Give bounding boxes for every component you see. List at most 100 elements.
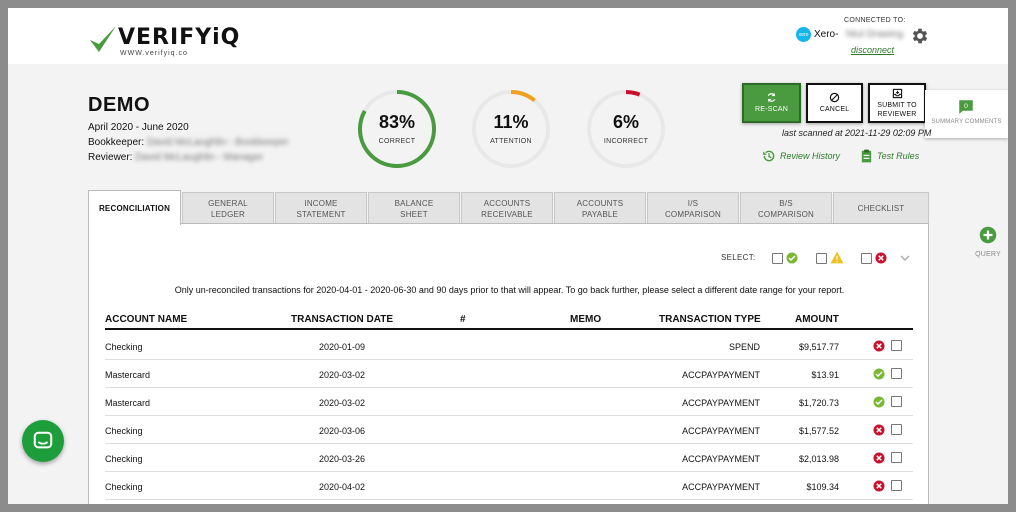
test-rules-label: Test Rules <box>877 151 920 161</box>
reviewer-name: David McLaughlin - Manager <box>135 152 264 163</box>
chevron-down-icon[interactable] <box>900 254 910 262</box>
cancel-label: CANCEL <box>819 106 850 113</box>
last-scanned-text: last scanned at 2021-11-29 02:09 PM <box>782 128 932 138</box>
row-checkbox[interactable] <box>891 396 902 407</box>
tab-label: ACCOUNTS <box>483 198 531 208</box>
col-transaction-date[interactable]: TRANSACTION DATE <box>291 314 393 325</box>
bookkeeper-label: Bookkeeper: <box>88 137 145 148</box>
tab-label: BALANCE <box>394 198 434 208</box>
col-transaction-type[interactable]: TRANSACTION TYPE <box>659 314 761 325</box>
col-account-name[interactable]: ACCOUNT NAME <box>105 314 187 325</box>
gear-icon[interactable] <box>910 26 930 46</box>
cell-account-name: Checking <box>105 482 143 492</box>
cell-transaction-date: 2020-03-26 <box>319 454 366 464</box>
cell-amount: $2,013.98 <box>798 454 839 464</box>
rescan-label: RE-SCAN <box>755 106 788 113</box>
inbox-icon <box>892 88 902 98</box>
tab-label: COMPARISON <box>757 209 815 219</box>
row-checkbox[interactable] <box>891 452 902 463</box>
tab-label: STATEMENT <box>296 209 346 219</box>
reviewer-label: Reviewer: <box>88 152 133 163</box>
select-incorrect-checkbox[interactable] <box>861 253 872 264</box>
date-range-notice: Only un-reconciled transactions for 2020… <box>174 285 845 295</box>
cell-account-name: Checking <box>105 454 143 464</box>
select-correct-checkbox[interactable] <box>772 253 783 264</box>
bookkeeper-line: Bookkeeper: David McLaughlin - Bookkeepe… <box>88 137 289 148</box>
xero-icon: xero <box>796 27 811 42</box>
check-circle-icon <box>873 368 885 380</box>
review-history-label: Review History <box>780 151 841 161</box>
row-checkbox[interactable] <box>891 340 902 351</box>
submit-to-reviewer-button[interactable]: SUBMIT TO REVIEWER <box>868 83 926 123</box>
row-checkbox[interactable] <box>891 368 902 379</box>
rescan-button[interactable]: RE-SCAN <box>742 83 801 123</box>
summary-comments-label: SUMMARY COMMENTS <box>931 119 1002 125</box>
verifyiq-logo[interactable]: VERIFYiQ WWW.verifyiq.co <box>88 20 239 60</box>
error-circle-icon <box>875 252 887 264</box>
cell-amount: $1,577.52 <box>798 426 839 436</box>
query-label: QUERY <box>975 251 1001 258</box>
cancel-button[interactable]: CANCEL <box>806 83 863 123</box>
tab-label: INCOME <box>304 198 338 208</box>
tab-label: RECEIVABLE <box>481 209 533 219</box>
table-row[interactable]: Mastercard 2020-03-02 ACCPAYPAYMENT $1,720.… <box>105 388 913 416</box>
table-row[interactable]: Checking 2020-04-02 ACCPAYPAYMENT $109.34 <box>105 472 913 500</box>
cell-transaction-date: 2020-01-09 <box>319 342 366 352</box>
table-row[interactable]: Checking2020-05-02ACCPAYPAYMENT$261.34 <box>105 500 913 504</box>
tab-label: GENERAL <box>208 198 248 208</box>
tab-accounts-payable[interactable]: ACCOUNTS PAYABLE <box>554 192 646 224</box>
table-row[interactable]: Mastercard 2020-03-02 ACCPAYPAYMENT $13.91 <box>105 360 913 388</box>
select-attention-checkbox[interactable] <box>816 253 827 264</box>
cell-transaction-date: 2020-03-02 <box>319 398 366 408</box>
xero-connection-name: Xero- <box>814 29 839 40</box>
tab-is-comparison[interactable]: I/S COMPARISON <box>647 192 739 224</box>
tab-label: PAYABLE <box>581 209 619 219</box>
refresh-icon <box>767 92 776 103</box>
error-circle-icon <box>873 480 885 492</box>
tab-income-statement[interactable]: INCOME STATEMENT <box>275 192 367 224</box>
tab-reconciliation[interactable]: RECONCILIATION <box>88 190 181 225</box>
tab-label: I/S <box>687 198 699 208</box>
chat-launcher-button[interactable] <box>22 420 64 462</box>
test-rules-link[interactable]: Test Rules <box>860 149 919 163</box>
clipboard-icon <box>861 149 872 163</box>
tab-accounts-receivable[interactable]: ACCOUNTS RECEIVABLE <box>461 192 553 224</box>
cell-transaction-date: 2020-03-06 <box>319 426 366 436</box>
gauge-incorrect-value: 6% <box>612 112 639 132</box>
table-row[interactable]: Checking 2020-03-26 ACCPAYPAYMENT $2,013.98 <box>105 444 913 472</box>
row-checkbox[interactable] <box>891 480 902 491</box>
tab-label: CHECKLIST <box>857 204 905 213</box>
table-row[interactable]: Checking 2020-01-09 SPEND $9,517.77 <box>105 332 913 360</box>
gauge-correct-label: CORRECT <box>378 138 416 145</box>
warning-icon <box>830 251 844 264</box>
chat-icon <box>33 431 53 449</box>
row-checkbox[interactable] <box>891 424 902 435</box>
cell-account-name: Checking <box>105 426 143 436</box>
gauge-incorrect-label: INCORRECT <box>603 138 649 145</box>
tab-general-ledger[interactable]: GENERAL LEDGER <box>182 192 274 224</box>
tab-bs-comparison[interactable]: B/S COMPARISON <box>740 192 832 224</box>
tab-label: COMPARISON <box>664 209 722 219</box>
plus-circle-icon <box>979 226 997 244</box>
table-row[interactable]: Checking 2020-03-06 ACCPAYPAYMENT $1,577.52 <box>105 416 913 444</box>
col-amount[interactable]: AMOUNT <box>795 314 839 325</box>
history-icon <box>763 150 775 162</box>
review-history-link[interactable]: Review History <box>762 149 840 163</box>
tab-label: B/S <box>779 198 793 208</box>
submit-label-line1: SUBMIT TO <box>877 101 917 109</box>
col-number[interactable]: # <box>460 314 466 325</box>
summary-comments-button[interactable]: 0 SUMMARY COMMENTS <box>925 90 1008 138</box>
disconnect-link[interactable]: disconnect <box>851 45 894 55</box>
cell-account-name: Mastercard <box>105 370 151 380</box>
connected-to-label: CONNECTED TO: <box>844 17 906 24</box>
query-button[interactable]: QUERY <box>974 226 1002 258</box>
gauge-attention-label: ATTENTION <box>490 138 532 145</box>
tab-label: LEDGER <box>210 209 246 219</box>
tab-balance-sheet[interactable]: BALANCE SHEET <box>368 192 460 224</box>
tab-checklist[interactable]: CHECKLIST <box>833 192 929 224</box>
error-circle-icon <box>873 452 885 464</box>
col-memo[interactable]: MEMO <box>570 314 601 325</box>
cell-amount: $109.34 <box>806 482 839 492</box>
gauge-correct-value: 83% <box>378 112 416 132</box>
cancel-icon <box>829 92 840 103</box>
